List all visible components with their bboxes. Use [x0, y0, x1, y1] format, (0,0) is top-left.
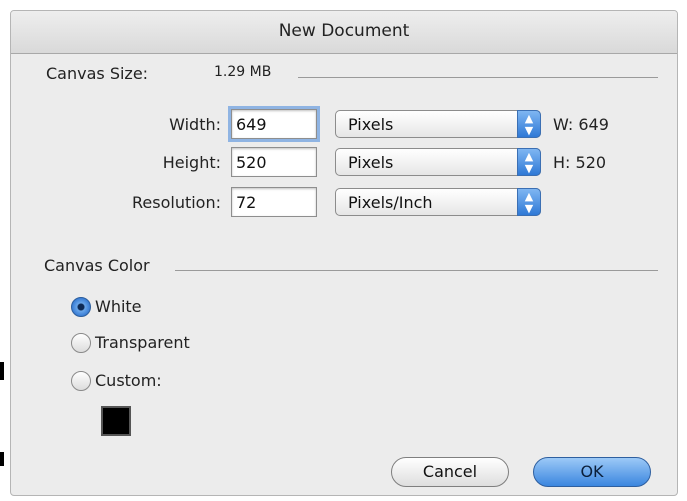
height-unit-value: Pixels — [348, 153, 394, 172]
white-radio-label[interactable]: White — [95, 297, 142, 316]
custom-radio-label[interactable]: Custom: — [95, 371, 162, 390]
width-unit-select[interactable]: Pixels ▲ ▼ — [335, 110, 541, 138]
chevron-updown-icon: ▲ ▼ — [517, 188, 541, 216]
chevron-updown-icon: ▲ ▼ — [517, 148, 541, 176]
edge-mark — [0, 452, 4, 466]
resolution-label: Resolution: — [132, 193, 221, 212]
dialog-title: New Document — [278, 21, 410, 41]
custom-radio[interactable] — [71, 371, 91, 391]
canvas-size-label: Canvas Size: — [46, 64, 149, 83]
resolution-unit-value: Pixels/Inch — [348, 193, 433, 212]
resolution-input[interactable] — [231, 187, 317, 217]
width-unit-value: Pixels — [348, 115, 394, 134]
ok-button[interactable]: OK — [533, 457, 651, 487]
canvas-color-divider — [175, 270, 658, 271]
canvas-size-value: 1.29 MB — [214, 64, 272, 80]
new-document-dialog: New Document Canvas Size: 1.29 MB Width:… — [10, 10, 678, 496]
custom-color-swatch[interactable] — [101, 406, 131, 436]
chevron-updown-icon: ▲ ▼ — [517, 110, 541, 138]
height-label: Height: — [162, 153, 221, 172]
canvas-size-divider — [298, 77, 658, 78]
cancel-button[interactable]: Cancel — [391, 457, 509, 487]
width-input[interactable] — [231, 109, 317, 139]
height-input[interactable] — [231, 147, 317, 177]
resolution-unit-select[interactable]: Pixels/Inch ▲ ▼ — [335, 188, 541, 216]
transparent-radio-label[interactable]: Transparent — [95, 333, 190, 352]
width-label: Width: — [169, 115, 221, 134]
edge-mark — [0, 362, 4, 380]
transparent-radio[interactable] — [71, 333, 91, 353]
width-readout: W: 649 — [553, 115, 609, 134]
height-unit-select[interactable]: Pixels ▲ ▼ — [335, 148, 541, 176]
canvas-color-label: Canvas Color — [44, 256, 150, 275]
height-readout: H: 520 — [553, 153, 607, 172]
white-radio[interactable] — [71, 297, 91, 317]
title-bar[interactable]: New Document — [11, 11, 677, 54]
